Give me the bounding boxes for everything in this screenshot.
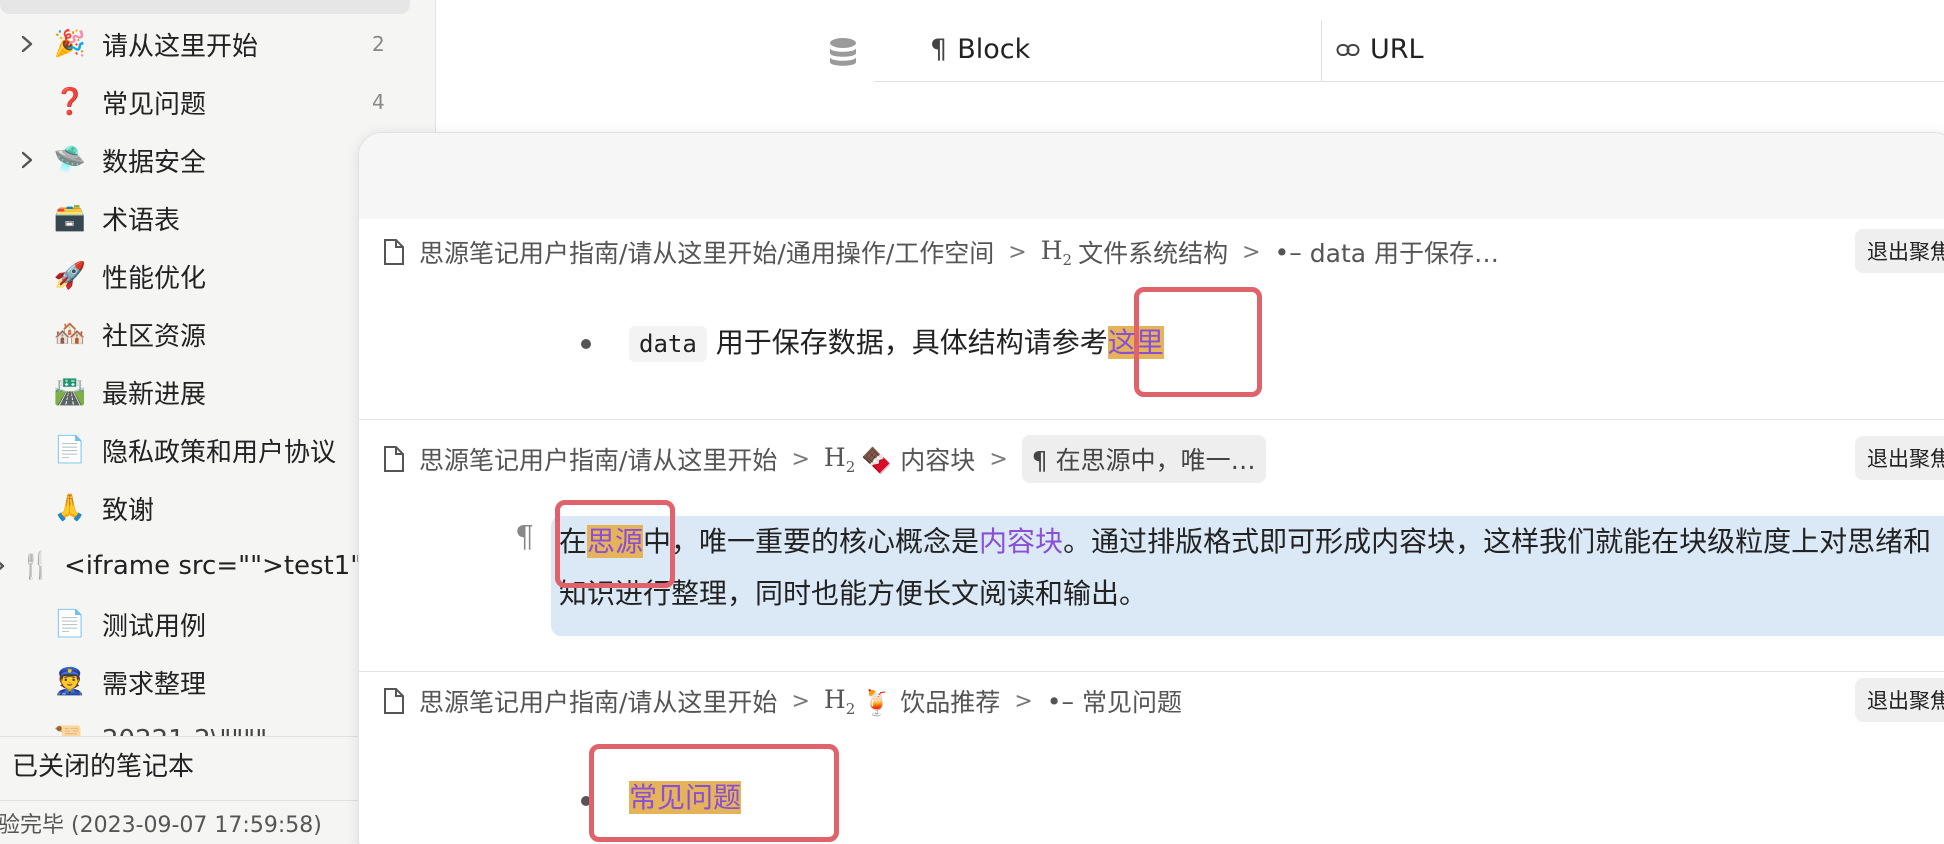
chevron-right-icon: >: [1008, 239, 1027, 265]
heading-icon: H2: [823, 442, 856, 476]
column-divider[interactable]: [1321, 20, 1322, 82]
sidebar-item-label: 术语表: [102, 205, 181, 236]
chevron-right-icon: >: [1242, 239, 1261, 265]
list-bullet[interactable]: [581, 339, 591, 349]
attribute-view-header: ¶ Block URL: [874, 16, 1944, 82]
chevron-right-icon: >: [791, 688, 810, 714]
sidebar-item-label: 常见问题: [102, 89, 207, 120]
search-result[interactable]: 思源笔记用户指南/请从这里开始 > H2 🍫 内容块 > ¶ 在思源中，唯一… …: [359, 419, 1944, 671]
breadcrumb: 思源笔记用户指南/请从这里开始 > H2 🍹 饮品推荐 > •– 常见问题: [383, 672, 1182, 730]
breadcrumb-heading[interactable]: 文件系统结构: [1078, 234, 1228, 270]
sidebar-item-label: 隐私政策和用户协议: [102, 437, 337, 468]
notebook-label: <iframe src="">test1": [64, 551, 363, 581]
chevron-right-icon[interactable]: [0, 555, 10, 577]
breadcrumb-doc[interactable]: 思源笔记用户指南/请从这里开始: [419, 683, 777, 719]
exit-focus-button[interactable]: 退出聚焦: [1855, 436, 1944, 480]
document-icon: [384, 446, 404, 472]
breadcrumb-heading[interactable]: 🍹 饮品推荐: [861, 683, 1000, 719]
chevron-right-icon: >: [1014, 688, 1033, 714]
breadcrumb-doc[interactable]: 思源笔记用户指南/请从这里开始/通用操作/工作空间: [419, 234, 994, 270]
breadcrumb-heading[interactable]: 🍫 内容块: [861, 441, 975, 477]
sidebar-item-label: 测试用例: [102, 611, 207, 642]
card-box-icon: 🗃️: [53, 203, 87, 233]
sidebar-item-label: 最新进展: [102, 379, 207, 410]
breadcrumb-block[interactable]: 常见问题: [1082, 683, 1182, 719]
sidebar-item-label: 需求整理: [102, 669, 207, 700]
sidebar-item-label: 20221-2\"""": [102, 725, 267, 736]
database-icon[interactable]: [826, 36, 862, 72]
breadcrumb-block-label: 在思源中，唯一…: [1055, 446, 1256, 475]
search-result[interactable]: 思源笔记用户指南/请从这里开始 > H2 🍹 饮品推荐 > •– 常见问题 退出…: [359, 671, 1944, 844]
sidebar-item-count: 4: [372, 90, 385, 114]
document-icon: 📄: [53, 435, 87, 465]
breadcrumb-block[interactable]: data 用于保存…: [1310, 234, 1499, 270]
column-url[interactable]: URL: [1330, 16, 1424, 82]
breadcrumb: 思源笔记用户指南/请从这里开始 > H2 🍫 内容块 > ¶ 在思源中，唯一…: [383, 430, 1266, 488]
status-text: 校验完毕 (2023-09-07 17:59:58): [0, 812, 322, 838]
column-url-label: URL: [1370, 33, 1424, 65]
breadcrumb: 思源笔记用户指南/请从这里开始/通用操作/工作空间 > H2 文件系统结构 > …: [383, 223, 1499, 281]
exit-focus-button[interactable]: 退出聚焦: [1855, 229, 1944, 273]
houses-icon: 🏘️: [53, 319, 87, 349]
sidebar-item-start-here[interactable]: 🎉 请从这里开始 2: [0, 19, 436, 69]
party-popper-icon: 🎉: [53, 29, 87, 59]
paragraph-icon: ¶: [1031, 446, 1056, 475]
heading-icon: H2: [1040, 235, 1073, 269]
paragraph-icon: ¶: [930, 33, 948, 65]
rocket-icon: 🚀: [53, 261, 87, 291]
document-icon: [384, 688, 404, 714]
paragraph-icon[interactable]: ¶: [515, 520, 534, 555]
chevron-right-icon: >: [791, 446, 810, 472]
breadcrumb-block[interactable]: ¶ 在思源中，唯一…: [1021, 435, 1266, 483]
list-icon: •–: [1274, 237, 1302, 267]
result-text[interactable]: data 用于保存数据，具体结构请参考这里: [629, 321, 1164, 362]
list-icon: •–: [1046, 686, 1074, 716]
app-window: 🎉 请从这里开始 2 ❓ 常见问题 4 🛸 数据安全 🗃️ 术语表 🚀 性能优化…: [0, 0, 1944, 844]
column-block-label: Block: [957, 33, 1031, 65]
sidebar-item-count: 2: [372, 32, 385, 56]
motorway-icon: 🛣️: [53, 377, 87, 407]
sidebar-item-label: 数据安全: [102, 147, 207, 178]
sidebar-item-faq[interactable]: ❓ 常见问题 4: [0, 77, 436, 127]
column-block[interactable]: ¶ Block: [930, 16, 1030, 82]
sidebar-item-label: 社区资源: [102, 321, 207, 352]
police-officer-icon: 👮: [53, 667, 87, 697]
breadcrumb-doc[interactable]: 思源笔记用户指南/请从这里开始: [419, 441, 777, 477]
folded-hands-icon: 🙏: [53, 493, 87, 523]
sidebar-item-label: 性能优化: [102, 263, 207, 294]
highlight-annotation-box: [589, 744, 839, 842]
text-segment: 中，唯一重要的核心概念是: [643, 525, 980, 558]
document-icon: 📄: [53, 609, 87, 639]
satellite-icon: 🛸: [53, 145, 87, 175]
highlight-annotation-box: [1134, 287, 1262, 397]
sidebar-selected-item[interactable]: [0, 0, 410, 14]
document-icon: 📜: [52, 725, 88, 736]
result-paragraph[interactable]: 在思源中，唯一重要的核心概念是内容块。通过排版格式即可形成内容块，这样我们就能在…: [559, 516, 1939, 620]
panel-header: [359, 133, 1944, 219]
chevron-right-icon[interactable]: [16, 33, 38, 55]
sidebar-item-label: 致谢: [102, 495, 155, 526]
block-ref-link[interactable]: 内容块: [979, 525, 1063, 558]
text-segment: 用于保存数据，具体结构请参考: [706, 326, 1108, 359]
search-result[interactable]: 思源笔记用户指南/请从这里开始/通用操作/工作空间 > H2 文件系统结构 > …: [359, 219, 1944, 419]
chevron-right-icon[interactable]: [16, 149, 38, 171]
exit-focus-button[interactable]: 退出聚焦: [1855, 678, 1944, 722]
chevron-right-icon: >: [989, 446, 1008, 472]
question-icon: ❓: [53, 87, 87, 117]
inline-code: data: [629, 326, 707, 362]
search-results-panel: 思源笔记用户指南/请从这里开始/通用操作/工作空间 > H2 文件系统结构 > …: [358, 132, 1944, 844]
highlight-annotation-box: [555, 500, 675, 588]
fork-knife-icon: 🍴: [19, 551, 53, 581]
link-icon: [1336, 34, 1360, 65]
sidebar-item-label: 请从这里开始: [102, 31, 259, 62]
heading-icon: H2: [823, 684, 856, 718]
document-icon: [384, 239, 404, 265]
